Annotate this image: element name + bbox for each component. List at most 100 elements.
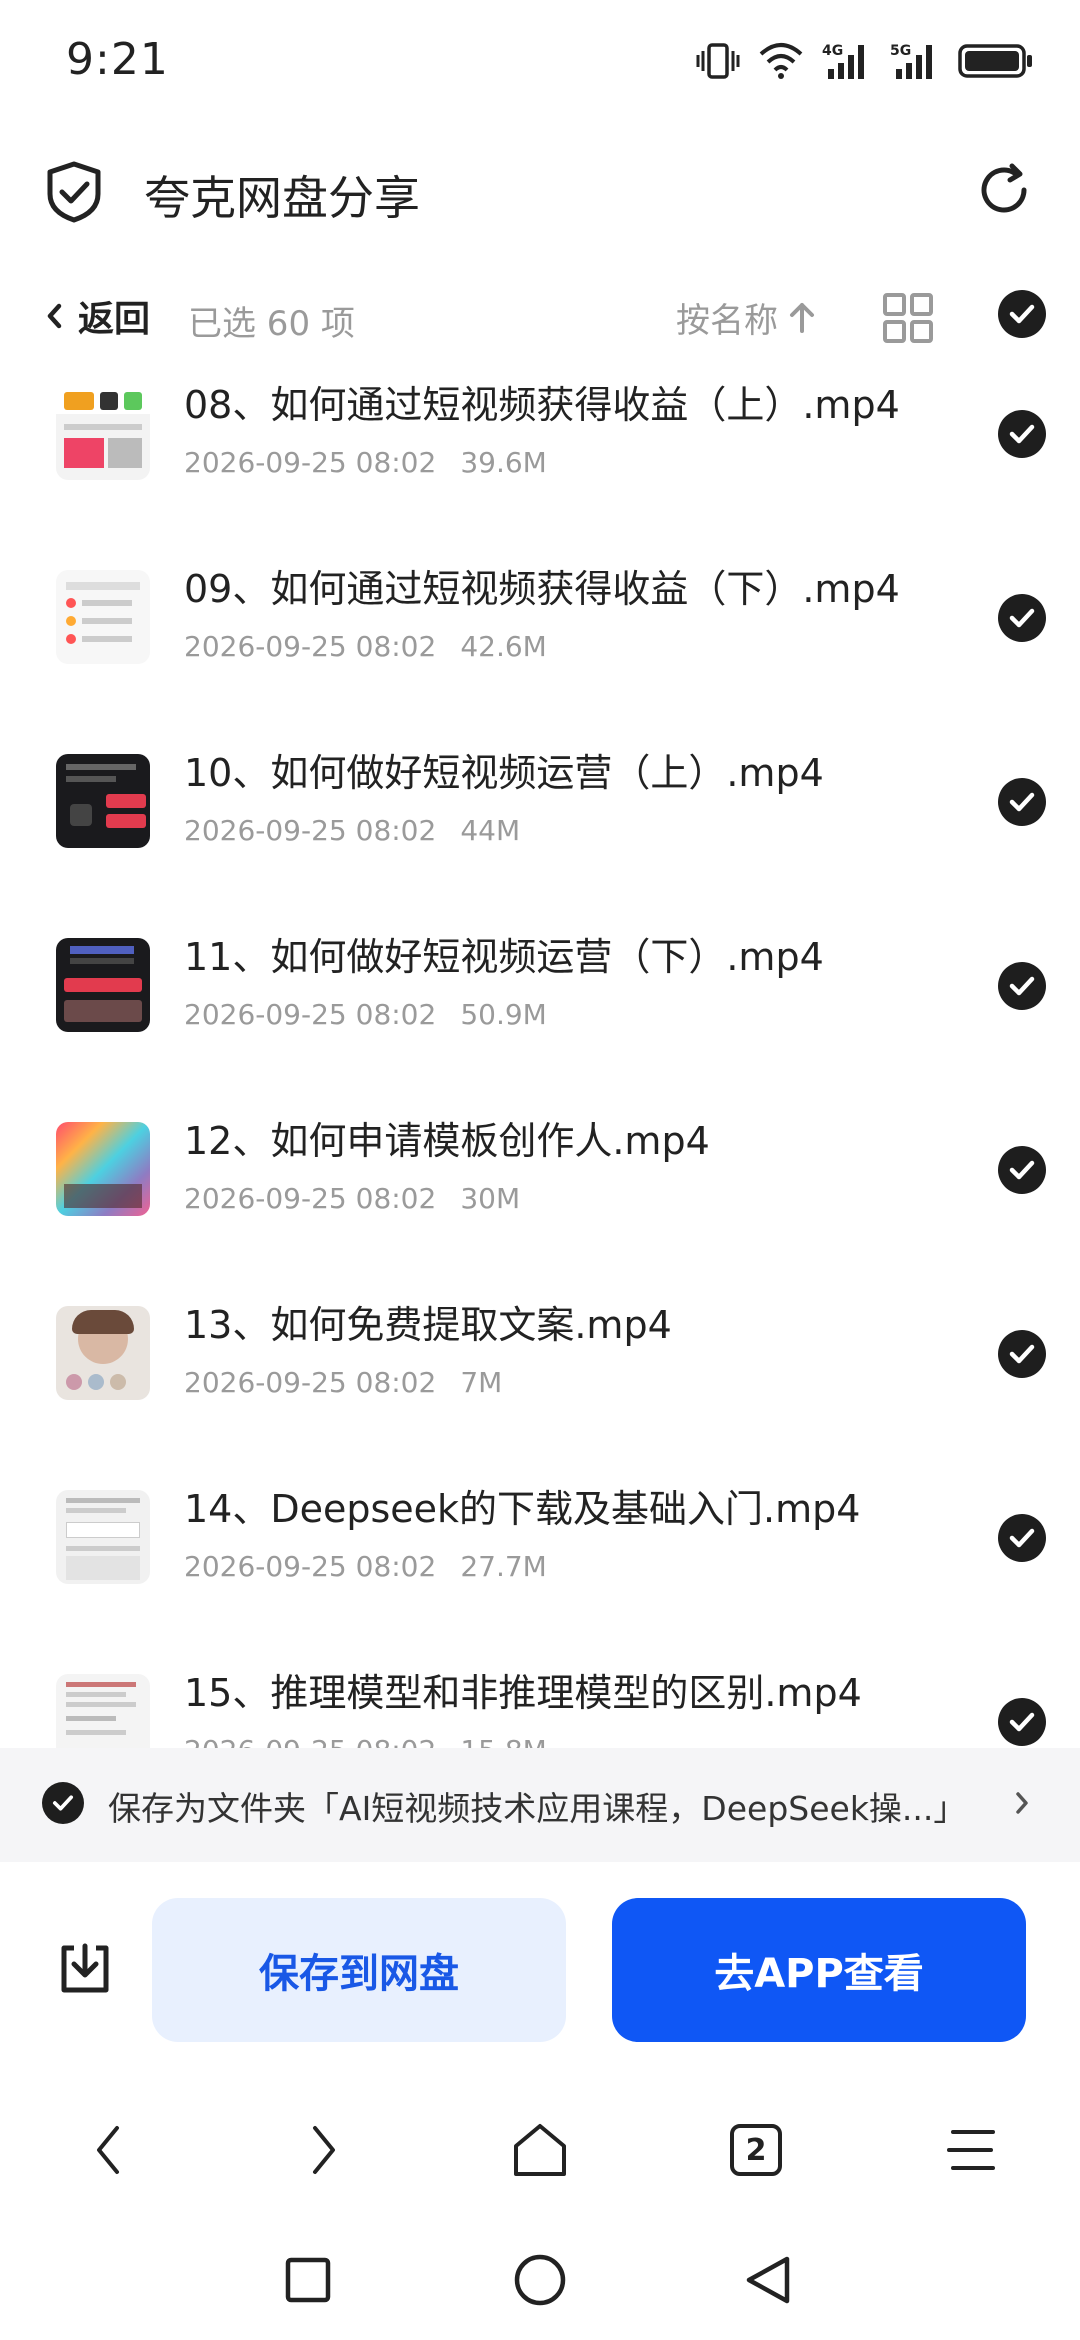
check-icon xyxy=(1009,1528,1035,1548)
row-checkbox[interactable] xyxy=(998,1146,1046,1194)
arrow-up-icon xyxy=(790,303,814,333)
sort-by-name-button[interactable]: 按名称 xyxy=(676,292,818,342)
file-name: 10、如何做好短视频运营（上）.mp4 xyxy=(184,751,824,795)
file-name: 08、如何通过短视频获得收益（上）.mp4 xyxy=(184,383,900,427)
file-list: 08、如何通过短视频获得收益（上）.mp4 2026-09-25 08:02 39… xyxy=(0,360,1080,1748)
page-title: 夸克网盘分享 xyxy=(144,171,420,225)
network-label-1: 4G xyxy=(822,43,843,59)
chevron-left-icon xyxy=(47,303,62,329)
file-row[interactable]: 13、如何免费提取文案.mp4 2026-09-25 08:02 7M xyxy=(0,1286,1080,1470)
file-size: 7M xyxy=(460,1366,503,1399)
shield-check-icon xyxy=(47,161,101,223)
file-date: 2026-09-25 08:02 xyxy=(184,446,437,479)
chevron-right-icon xyxy=(313,2126,335,2174)
row-checkbox[interactable] xyxy=(998,410,1046,458)
file-row[interactable]: 14、Deepseek的下载及基础入门.mp4 2026-09-25 08:02… xyxy=(0,1470,1080,1654)
file-meta: 2026-09-25 08:02 50.9M xyxy=(184,998,547,1031)
vibrate-icon xyxy=(696,43,740,79)
browser-menu-button[interactable] xyxy=(932,2110,1012,2190)
file-row[interactable]: 09、如何通过短视频获得收益（下）.mp4 2026-09-25 08:02 42… xyxy=(0,550,1080,734)
file-name: 12、如何申请模板创作人.mp4 xyxy=(184,1119,710,1163)
save-as-folder-option[interactable]: 保存为文件夹「AI短视频技术应用课程，DeepSeek操...」 xyxy=(0,1748,1080,1862)
row-checkbox[interactable] xyxy=(998,1514,1046,1562)
grid-view-button[interactable] xyxy=(882,292,934,344)
file-date: 2026-09-25 08:02 xyxy=(184,1550,437,1583)
file-row[interactable]: 10、如何做好短视频运营（上）.mp4 2026-09-25 08:02 44M xyxy=(0,734,1080,918)
signal-4g-icon: 4G xyxy=(822,43,864,79)
video-thumbnail xyxy=(56,570,150,664)
file-size: 39.6M xyxy=(460,446,547,479)
file-row[interactable]: 08、如何通过短视频获得收益（上）.mp4 2026-09-25 08:02 39… xyxy=(0,366,1080,550)
row-checkbox[interactable] xyxy=(998,1330,1046,1378)
check-icon xyxy=(1009,1712,1035,1732)
check-icon xyxy=(1009,792,1035,812)
selection-toolbar: 返回 已选 60 项 按名称 xyxy=(0,274,1080,358)
file-name: 14、Deepseek的下载及基础入门.mp4 xyxy=(184,1487,861,1531)
file-row[interactable]: 15、推理模型和非推理模型的区别.mp4 2026-09-25 08:02 15.… xyxy=(0,1654,1080,1748)
file-date: 2026-09-25 08:02 xyxy=(184,630,437,663)
file-size: 27.7M xyxy=(460,1550,547,1583)
file-size: 15.8M xyxy=(460,1734,547,1748)
refresh-button[interactable] xyxy=(972,158,1036,222)
file-name: 09、如何通过短视频获得收益（下）.mp4 xyxy=(184,567,900,611)
system-back-button[interactable] xyxy=(728,2240,808,2320)
save-as-folder-checkbox[interactable] xyxy=(42,1782,84,1824)
check-icon xyxy=(1009,424,1035,444)
video-thumbnail xyxy=(56,1490,150,1584)
row-checkbox[interactable] xyxy=(998,594,1046,642)
save-to-drive-button[interactable]: 保存到网盘 xyxy=(152,1898,566,2042)
chevron-left-icon xyxy=(97,2126,119,2174)
file-size: 44M xyxy=(460,814,521,847)
file-meta: 2026-09-25 08:02 30M xyxy=(184,1182,520,1215)
browser-forward-button[interactable] xyxy=(284,2110,364,2190)
back-button[interactable]: 返回 xyxy=(44,288,150,344)
browser-navigation: 2 xyxy=(0,2110,1080,2190)
check-icon xyxy=(1009,304,1035,324)
browser-back-button[interactable] xyxy=(68,2110,148,2190)
row-checkbox[interactable] xyxy=(998,778,1046,826)
check-icon xyxy=(52,1795,74,1811)
chevron-right-icon xyxy=(1016,1792,1028,1814)
video-thumbnail xyxy=(56,938,150,1032)
file-size: 50.9M xyxy=(460,998,547,1031)
download-button[interactable] xyxy=(56,1940,114,1998)
battery-icon xyxy=(958,44,1032,78)
file-meta: 2026-09-25 08:02 27.7M xyxy=(184,1550,547,1583)
open-in-app-button[interactable]: 去APP查看 xyxy=(612,1898,1026,2042)
video-thumbnail xyxy=(56,754,150,848)
row-checkbox[interactable] xyxy=(998,1698,1046,1746)
recent-apps-button[interactable] xyxy=(268,2240,348,2320)
menu-icon xyxy=(947,2130,995,2170)
sort-label: 按名称 xyxy=(676,300,778,341)
system-home-button[interactable] xyxy=(500,2240,580,2320)
row-checkbox[interactable] xyxy=(998,962,1046,1010)
file-name: 13、如何免费提取文案.mp4 xyxy=(184,1303,672,1347)
browser-tabs-button[interactable]: 2 xyxy=(716,2110,796,2190)
file-meta: 2026-09-25 08:02 15.8M xyxy=(184,1734,547,1748)
status-time: 9:21 xyxy=(66,34,169,85)
file-meta: 2026-09-25 08:02 44M xyxy=(184,814,520,847)
system-navigation xyxy=(0,2240,1080,2320)
circle-icon xyxy=(514,2254,566,2306)
status-bar: 9:21 4G 5G xyxy=(0,0,1080,120)
square-icon xyxy=(285,2257,331,2303)
quark-share-page: 9:21 4G 5G 夸克网盘分享 返回 已选 60 项 按名称 08、如何通过… xyxy=(0,0,1080,2340)
back-label: 返回 xyxy=(78,299,151,340)
browser-home-button[interactable] xyxy=(500,2110,580,2190)
video-thumbnail xyxy=(56,386,150,480)
select-all-checkbox[interactable] xyxy=(998,290,1046,338)
home-icon xyxy=(514,2124,566,2176)
status-icons: 4G 5G xyxy=(696,38,1034,84)
file-row[interactable]: 11、如何做好短视频运营（下）.mp4 2026-09-25 08:02 50.9… xyxy=(0,918,1080,1102)
file-date: 2026-09-25 08:02 xyxy=(184,1182,437,1215)
video-thumbnail xyxy=(56,1674,150,1748)
file-name: 11、如何做好短视频运营（下）.mp4 xyxy=(184,935,824,979)
triangle-back-icon xyxy=(746,2256,790,2304)
file-meta: 2026-09-25 08:02 42.6M xyxy=(184,630,547,663)
file-size: 30M xyxy=(460,1182,521,1215)
check-icon xyxy=(1009,976,1035,996)
file-meta: 2026-09-25 08:02 39.6M xyxy=(184,446,547,479)
file-row[interactable]: 12、如何申请模板创作人.mp4 2026-09-25 08:02 30M xyxy=(0,1102,1080,1286)
header: 夸克网盘分享 xyxy=(0,140,1080,240)
signal-5g-icon: 5G xyxy=(890,43,932,79)
